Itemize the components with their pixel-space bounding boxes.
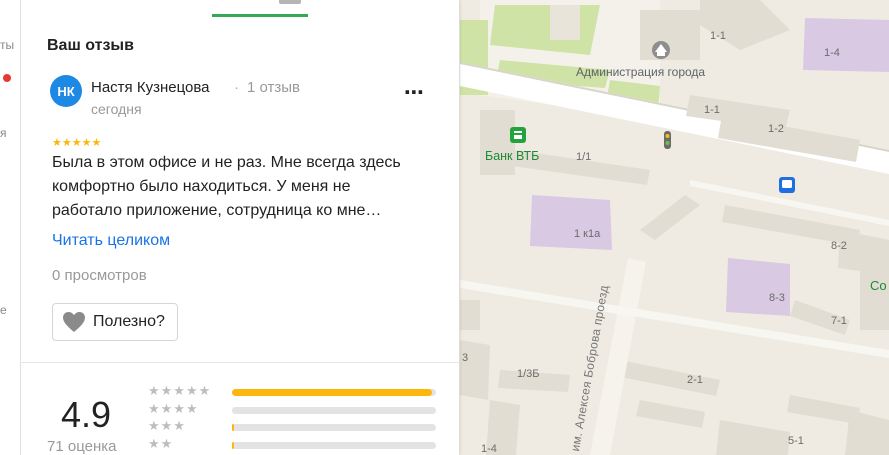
map-house-number: 1-4 bbox=[481, 443, 497, 455]
helpful-button[interactable]: Полезно? bbox=[52, 303, 178, 341]
review-stars: ★★★★★ bbox=[52, 137, 102, 149]
map-house-number: 1 к1а bbox=[574, 228, 601, 240]
map-poi-admin[interactable]: Администрация города bbox=[576, 65, 705, 79]
average-rating: 4.9 bbox=[61, 394, 112, 435]
review-panel: Ваш отзыв НК Настя Кузнецова · 1 отзыв с… bbox=[21, 0, 459, 455]
views-count: 0 просмотров bbox=[52, 267, 147, 284]
tab-indicator-stub bbox=[279, 0, 301, 4]
section-title: Ваш отзыв bbox=[47, 37, 134, 54]
sidebar-fragment: ты bbox=[0, 38, 15, 52]
helpful-label: Полезно? bbox=[93, 313, 165, 330]
rating-row-stars: ★★ bbox=[148, 436, 174, 451]
rating-bar-fill bbox=[232, 442, 235, 449]
map-house-number: 1-1 bbox=[704, 104, 720, 116]
active-tab-underline bbox=[212, 14, 308, 17]
map-poi-bank[interactable]: Банк ВТБ bbox=[485, 149, 539, 163]
rating-bar-fill bbox=[232, 389, 432, 396]
map-house-number: 3 bbox=[462, 352, 469, 364]
rating-bar-track bbox=[232, 442, 436, 449]
map-house-number: 1/1 bbox=[576, 151, 592, 163]
map-edge-label: Со bbox=[870, 278, 887, 293]
rating-row-stars: ★★★★ bbox=[148, 401, 199, 416]
map-house-number: 2-1 bbox=[687, 374, 703, 386]
left-sidebar-strip: ты я е bbox=[0, 0, 21, 455]
sidebar-fragment: я bbox=[0, 126, 7, 140]
avatar[interactable]: НК bbox=[50, 75, 82, 107]
map-house-number: 1-4 bbox=[824, 47, 840, 59]
map-house-number: 5-1 bbox=[788, 435, 804, 447]
more-options-icon[interactable]: ⋯ bbox=[404, 80, 425, 105]
rating-bar-fill bbox=[232, 424, 235, 431]
author-separator: · bbox=[234, 79, 239, 96]
map-house-number: 7-1 bbox=[831, 315, 847, 327]
rating-row-stars: ★★★ bbox=[148, 418, 186, 433]
rating-bar-track bbox=[232, 424, 436, 431]
map-house-number: 8-3 bbox=[769, 292, 785, 304]
sidebar-fragment: е bbox=[0, 303, 7, 317]
map-house-number: 8-2 bbox=[831, 240, 847, 252]
read-more-link[interactable]: Читать целиком bbox=[52, 232, 170, 250]
notification-dot bbox=[3, 74, 11, 82]
map-house-number: 1-1 bbox=[710, 30, 726, 42]
heart-icon bbox=[62, 310, 86, 334]
map-house-number: 1/3Б bbox=[517, 368, 540, 380]
rating-bar-track bbox=[232, 407, 436, 414]
map-view[interactable]: Администрация города Банк ВТБ им. Алексе… bbox=[460, 0, 889, 455]
rating-row-stars: ★★★★★ bbox=[148, 383, 212, 398]
review-date: сегодня bbox=[91, 101, 142, 117]
review-text: Была в этом офисе и не раз. Мне всегда з… bbox=[52, 154, 401, 219]
map-house-number: 1-2 bbox=[768, 123, 784, 135]
rating-bar-track bbox=[232, 389, 436, 396]
divider bbox=[21, 362, 459, 363]
rating-count: 71 оценка bbox=[47, 438, 117, 455]
author-review-count: 1 отзыв bbox=[247, 79, 301, 96]
author-name[interactable]: Настя Кузнецова bbox=[91, 79, 209, 96]
